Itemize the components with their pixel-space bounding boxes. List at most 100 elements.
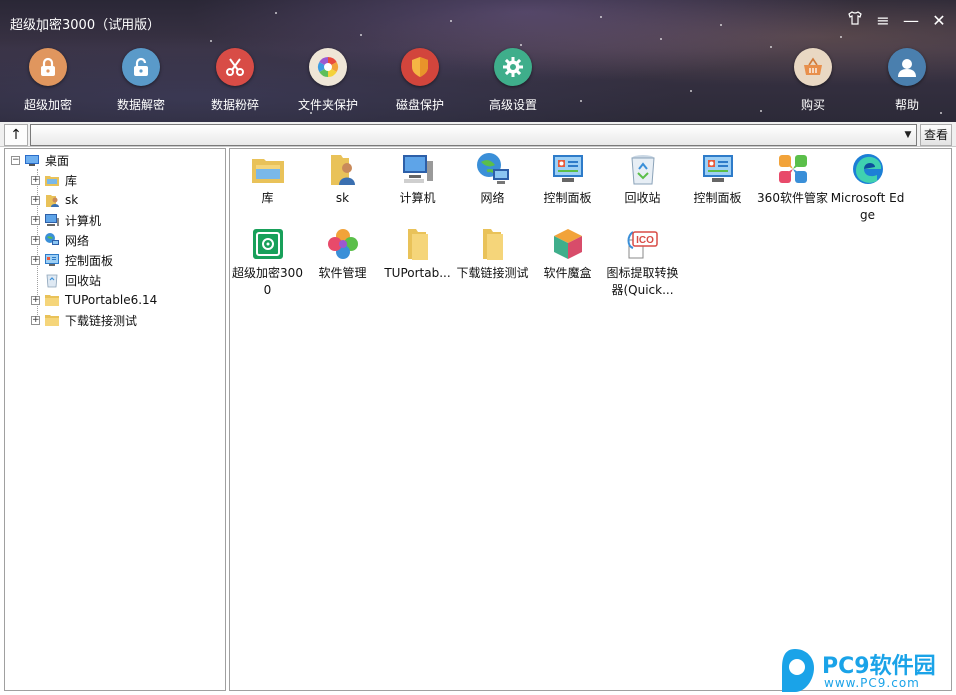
tool-label: 高级设置 [488,98,537,112]
grid-item-360-manager[interactable]: 360软件管家 [755,151,830,207]
grid-label: 360软件管家 [757,191,828,205]
tree-label: 回收站 [65,273,102,288]
grid-item-edge[interactable]: Microsoft Edge [830,151,905,224]
control-panel-icon [552,155,583,182]
tool-label: 文件夹保护 [297,98,358,112]
grid-item-recycle-bin[interactable]: 回收站 [605,151,680,207]
view-button[interactable]: 查看 [920,124,952,146]
user-icon [888,48,926,86]
grid-label: 软件管理 [318,266,367,280]
grid-item-library[interactable]: 库 [230,151,305,207]
tree-item-tuportable[interactable]: + TUPortable6.14 [31,290,157,310]
grid-item-software-manager[interactable]: 软件管理 [305,226,380,282]
safe-icon [252,229,283,259]
advanced-settings-button[interactable]: 高级设置 [465,48,561,113]
network-icon [476,153,509,184]
grid-item-control-panel-2[interactable]: 控制面板 [680,151,755,207]
tool-label: 帮助 [894,98,919,112]
recycle-bin-icon [630,155,655,185]
tree-item-control-panel[interactable]: + 控制面板 [31,250,113,270]
minimize-icon[interactable]: — [902,10,920,32]
grid-item-computer[interactable]: 计算机 [380,151,455,207]
grid-item-network[interactable]: 网络 [455,151,530,207]
expand-icon[interactable]: + [31,215,40,225]
grid-item-super-encrypt[interactable]: 超级加密3000 [230,226,305,299]
grid-label: 控制面板 [693,191,742,205]
grid-item-icon-converter[interactable]: ICO 图标提取转换器(Quick... [605,226,680,299]
window-controls: ≡ — ✕ [846,10,948,32]
data-shred-button[interactable]: 数据粉碎 [187,48,283,113]
folder-tree: − 桌面 + 库 + sk + 计算机 + 网络 + 控制面板 回收站 + TU… [4,148,226,691]
super-encrypt-button[interactable]: 超级加密 [0,48,96,113]
pc9-logo-icon [782,649,814,692]
unlock-icon [122,48,160,86]
tree-label: sk [65,193,79,207]
grid-item-software-box[interactable]: 软件魔盒 [530,226,605,282]
aperture-icon [309,48,347,86]
tree-label: 桌面 [45,153,70,168]
computer-icon [402,155,433,183]
grid-item-download-test[interactable]: 下载链接测试 [455,226,530,282]
tree-item-recycle-bin[interactable]: 回收站 [31,270,101,290]
path-combobox[interactable]: ▼ [30,124,917,146]
folder-icon [482,229,503,260]
expand-icon[interactable]: + [31,255,40,265]
computer-icon [45,214,59,226]
expand-icon[interactable]: + [31,315,40,325]
shield-icon [401,48,439,86]
main-toolbar: 超级加密 数据解密 数据粉碎 文件夹保护 磁盘保护 高级设置 购买 帮助 [0,48,956,118]
tool-label: 数据解密 [116,98,165,112]
tree-label: 网络 [65,233,90,248]
expand-icon[interactable]: + [31,295,40,305]
grid-label: 回收站 [624,191,661,205]
grid-label: 超级加密3000 [232,266,303,297]
grid-label: Microsoft Edge [830,191,905,222]
grid-label: TUPortab... [384,266,451,280]
expand-icon[interactable]: + [31,235,40,245]
lock-icon [29,48,67,86]
collapse-icon[interactable]: − [11,155,20,165]
tool-label: 数据粉碎 [210,98,259,112]
ico-converter-icon: ICO [627,231,658,259]
data-decrypt-button[interactable]: 数据解密 [93,48,189,113]
dropdown-arrow-icon[interactable]: ▼ [900,125,916,145]
grid-item-tuportable[interactable]: TUPortab... [380,226,455,282]
360-manager-icon [778,155,807,183]
menu-icon[interactable]: ≡ [874,10,892,32]
close-icon[interactable]: ✕ [930,10,948,32]
folder-icon [45,315,59,326]
folder-icon [45,295,59,306]
window-title: 超级加密3000（试用版） [10,18,161,33]
expand-icon[interactable]: + [31,175,40,185]
tree-label: TUPortable6.14 [65,293,158,307]
grid-item-control-panel[interactable]: 控制面板 [530,151,605,207]
tool-label: 购买 [800,98,825,112]
control-panel-icon [45,254,59,266]
disk-protect-button[interactable]: 磁盘保护 [372,48,468,113]
help-button[interactable]: 帮助 [859,48,955,113]
grid-label: 下载链接测试 [456,266,529,280]
scissors-icon [216,48,254,86]
tool-label: 超级加密 [23,98,72,112]
basket-icon [794,48,832,86]
library-icon [45,176,59,186]
grid-item-sk[interactable]: sk [305,151,380,207]
expand-icon[interactable]: + [31,195,40,205]
up-level-button[interactable]: ↑ [4,124,28,146]
tree-item-desktop[interactable]: − 桌面 [11,150,69,170]
buy-button[interactable]: 购买 [765,48,861,113]
tree-item-sk[interactable]: + sk [31,190,78,210]
skin-icon[interactable] [846,10,864,32]
app-header: 超级加密3000（试用版） ≡ — ✕ 超级加密 数据解密 数据粉碎 文件夹保护… [0,0,956,122]
software-manager-icon [327,229,358,259]
user-folder-icon [46,195,59,207]
grid-label: 计算机 [399,191,436,205]
tree-item-library[interactable]: + 库 [31,170,77,190]
grid-label: 控制面板 [543,191,592,205]
tree-item-network[interactable]: + 网络 [31,230,89,250]
folder-protect-button[interactable]: 文件夹保护 [280,48,376,113]
tree-item-computer[interactable]: + 计算机 [31,210,101,230]
tree-label: 计算机 [65,213,102,228]
tree-label: 下载链接测试 [65,313,138,328]
tree-item-download-test[interactable]: + 下载链接测试 [31,310,137,330]
